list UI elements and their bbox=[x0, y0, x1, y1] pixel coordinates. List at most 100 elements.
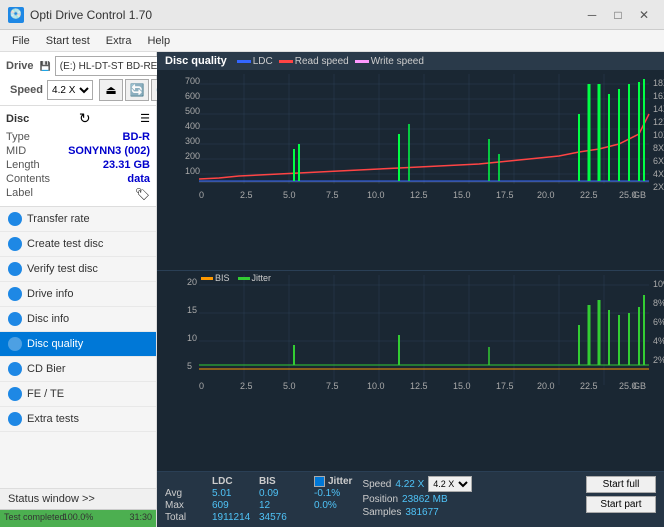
start-part-button[interactable]: Start part bbox=[586, 496, 656, 513]
legend-write-color bbox=[355, 60, 369, 63]
stats-total-label: Total bbox=[165, 512, 210, 523]
stats-col-ldc: LDC bbox=[212, 476, 257, 487]
nav-cd-bier[interactable]: CD Bier bbox=[0, 357, 156, 382]
disc-length-val: 23.31 GB bbox=[103, 159, 150, 171]
nav-fe-te[interactable]: FE / TE bbox=[0, 382, 156, 407]
position-val: 23862 MB bbox=[402, 494, 448, 505]
samples-label: Samples bbox=[362, 507, 401, 518]
disc-type-val: BD-R bbox=[123, 131, 151, 143]
jitter-checkbox[interactable] bbox=[314, 476, 325, 487]
stats-header-row: LDC BIS bbox=[165, 476, 304, 487]
svg-text:6X: 6X bbox=[653, 156, 664, 166]
legend-read-color bbox=[279, 60, 293, 63]
svg-text:600: 600 bbox=[185, 91, 200, 101]
disc-panel: Disc ↻ ☰ Type BD-R MID SONYNN3 (002) Len… bbox=[0, 106, 156, 207]
svg-text:5: 5 bbox=[187, 361, 192, 371]
svg-text:8X: 8X bbox=[653, 143, 664, 153]
nav-extra-tests[interactable]: Extra tests bbox=[0, 407, 156, 432]
status-window-label: Status window >> bbox=[8, 493, 95, 505]
titlebar: 💿 Opti Drive Control 1.70 ─ □ ✕ bbox=[0, 0, 664, 30]
disc-type-key: Type bbox=[6, 131, 30, 143]
nav-icon-create bbox=[8, 237, 22, 251]
stats-col-empty bbox=[165, 476, 210, 487]
samples-row: Samples 381677 bbox=[362, 507, 472, 518]
progress-status: Test completed bbox=[4, 512, 65, 522]
speed-dropdown-stats[interactable]: 4.2 X bbox=[428, 476, 472, 492]
svg-text:20.0: 20.0 bbox=[537, 190, 555, 200]
svg-text:10.0: 10.0 bbox=[367, 190, 385, 200]
stats-panel: LDC BIS Avg 5.01 0.09 Max 609 12 Total 1… bbox=[157, 471, 664, 527]
svg-text:20.0: 20.0 bbox=[537, 381, 555, 391]
close-button[interactable]: ✕ bbox=[632, 5, 656, 25]
stats-max-ldc: 609 bbox=[212, 500, 257, 511]
nav-label-fe-te: FE / TE bbox=[27, 388, 64, 400]
chart-title: Disc quality bbox=[165, 55, 227, 67]
speed-row: Speed 4.2 X ⏏ 🔄 💿 📁 💾 bbox=[6, 79, 150, 101]
svg-text:17.5: 17.5 bbox=[496, 381, 514, 391]
svg-text:18X: 18X bbox=[653, 78, 664, 88]
svg-text:2X: 2X bbox=[653, 182, 664, 192]
jitter-col: Jitter -0.1% 0.0% bbox=[314, 476, 352, 511]
disc-length-key: Length bbox=[6, 159, 40, 171]
nav-drive-info[interactable]: Drive info bbox=[0, 282, 156, 307]
svg-text:0: 0 bbox=[199, 190, 204, 200]
svg-text:10: 10 bbox=[187, 333, 197, 343]
top-chart-svg: 700 600 500 400 300 200 100 bbox=[157, 70, 664, 270]
legend-ldc: LDC bbox=[237, 56, 273, 67]
svg-text:22.5: 22.5 bbox=[580, 381, 598, 391]
menu-file[interactable]: File bbox=[4, 33, 38, 49]
nav-transfer-rate[interactable]: Transfer rate bbox=[0, 207, 156, 232]
legend-bis-label: BIS bbox=[215, 273, 230, 283]
disc-label-key: Label bbox=[6, 187, 33, 201]
nav-icon-disc-quality bbox=[8, 337, 22, 351]
svg-text:4%: 4% bbox=[653, 336, 664, 346]
nav-disc-quality[interactable]: Disc quality bbox=[0, 332, 156, 357]
disc-contents-row: Contents data bbox=[6, 172, 150, 186]
menu-start-test[interactable]: Start test bbox=[38, 33, 98, 49]
speed-select[interactable]: 4.2 X bbox=[47, 80, 93, 100]
svg-text:6%: 6% bbox=[653, 317, 664, 327]
disc-header: Disc ↻ ☰ bbox=[6, 110, 150, 127]
speed-row-stats: Speed 4.22 X 4.2 X bbox=[362, 476, 472, 492]
main-layout: Drive 💾 (E:) HL-DT-ST BD-RE WH16NS48 1.D… bbox=[0, 52, 664, 527]
nav-icon-drive-info bbox=[8, 287, 22, 301]
nav-label-drive-info: Drive info bbox=[27, 288, 73, 300]
svg-text:2%: 2% bbox=[653, 355, 664, 365]
disc-mid-row: MID SONYNN3 (002) bbox=[6, 144, 150, 158]
status-window-button[interactable]: Status window >> bbox=[0, 488, 156, 509]
stats-total-bis: 34576 bbox=[259, 512, 304, 523]
progress-percent: 100.0% bbox=[63, 512, 94, 522]
menu-extra[interactable]: Extra bbox=[98, 33, 140, 49]
jitter-header: Jitter bbox=[314, 476, 352, 487]
svg-text:7.5: 7.5 bbox=[326, 190, 339, 200]
stats-avg-label: Avg bbox=[165, 488, 210, 499]
bottom-chart-svg: 20 15 10 5 bbox=[157, 271, 664, 471]
nav-create-test-disc[interactable]: Create test disc bbox=[0, 232, 156, 257]
nav-verify-test-disc[interactable]: Verify test disc bbox=[0, 257, 156, 282]
stats-total-ldc: 1911214 bbox=[212, 512, 257, 523]
disc-menu-icon[interactable]: ☰ bbox=[140, 112, 150, 125]
eject-button[interactable]: ⏏ bbox=[99, 79, 123, 101]
legend: LDC Read speed Write speed bbox=[237, 56, 424, 67]
nav-label-create: Create test disc bbox=[27, 238, 103, 250]
stats-avg-bis: 0.09 bbox=[259, 488, 304, 499]
bottom-legend: BIS Jitter bbox=[201, 273, 271, 283]
legend-ldc-label: LDC bbox=[253, 56, 273, 67]
legend-jitter-color bbox=[238, 277, 250, 280]
drive-row: Drive 💾 (E:) HL-DT-ST BD-RE WH16NS48 1.D… bbox=[6, 56, 150, 76]
legend-bis: BIS bbox=[201, 273, 230, 283]
maximize-button[interactable]: □ bbox=[606, 5, 630, 25]
svg-text:5.0: 5.0 bbox=[283, 190, 296, 200]
start-full-button[interactable]: Start full bbox=[586, 476, 656, 493]
menu-help[interactable]: Help bbox=[139, 33, 178, 49]
legend-ldc-color bbox=[237, 60, 251, 63]
disc-refresh-icon[interactable]: ↻ bbox=[79, 110, 91, 127]
svg-text:22.5: 22.5 bbox=[580, 190, 598, 200]
stats-avg-jitter: -0.1% bbox=[314, 488, 352, 499]
disc-contents-key: Contents bbox=[6, 173, 50, 185]
minimize-button[interactable]: ─ bbox=[580, 5, 604, 25]
drive-section: Drive 💾 (E:) HL-DT-ST BD-RE WH16NS48 1.D… bbox=[0, 52, 156, 106]
refresh-button[interactable]: 🔄 bbox=[125, 79, 149, 101]
stats-table: LDC BIS Avg 5.01 0.09 Max 609 12 Total 1… bbox=[165, 476, 304, 523]
nav-disc-info[interactable]: Disc info bbox=[0, 307, 156, 332]
